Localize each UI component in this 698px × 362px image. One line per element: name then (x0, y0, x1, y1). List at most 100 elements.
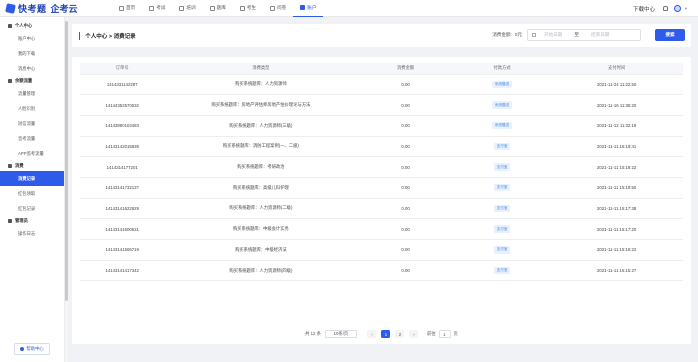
main-content: 个人中心 > 消费记录 消费金额: 0元 开始日期 至 结束日期 搜索 订单号 … (72, 24, 691, 344)
examinee-icon (239, 5, 245, 11)
chevron-down-icon[interactable]: ▼ (684, 6, 688, 11)
table-row: 1414314177201 购买系统题库：考研政治 0.00 支付宝 2021-11-1… (80, 156, 683, 178)
sidebar-item-app-proctor[interactable]: APP监考流量 (0, 146, 64, 161)
table-row: 14143880103483 购买系统题库：人力资源师(三级) 0.00 系统赠送 20… (80, 115, 683, 137)
search-button[interactable]: 搜索 (655, 29, 685, 41)
sidebar-scrollbar[interactable] (65, 17, 68, 362)
cell-amount: 0.00 (357, 115, 454, 137)
pagination: 共 12 条 10条/页 ‹ 1 2 › 前往 1 页 (72, 330, 691, 338)
payment-method-badge: 支付宝 (493, 184, 511, 192)
payment-method-badge: 支付宝 (493, 266, 511, 275)
cell-payment: 支付宝 (453, 260, 551, 282)
cell-amount: 0.00 (357, 156, 454, 178)
cell-amount: 0.00 (357, 177, 454, 199)
cell-type: 购买系统题库：中级经济法 (164, 239, 358, 261)
page-size-select[interactable]: 10条/页 (324, 330, 357, 338)
cell-amount: 0.00 (357, 218, 454, 240)
cell-type: 购买系统题库：人力资源师 (164, 74, 358, 96)
cell-time: 2021-11-11 15:17:20 (550, 218, 683, 240)
sidebar-item-consumption-records[interactable]: 消费记录 (0, 171, 64, 186)
cell-time: 2021-11-12 11:32:19 (550, 115, 683, 137)
nav-item-examinee[interactable]: 考生 (233, 0, 263, 17)
cell-amount: 0.00 (357, 198, 454, 220)
goto-page-input[interactable]: 1 (438, 330, 451, 338)
payment-method-badge: 系统赠送 (491, 101, 513, 109)
cell-payment: 支付宝 (453, 218, 551, 240)
nav-item-training[interactable]: 培训 (172, 0, 202, 17)
table-header-row: 订单号 消费类型 消费金额 付款方式 支付时间 (80, 63, 683, 75)
calendar-icon (532, 33, 536, 37)
cell-time: 2021-11-11 15:15:27 (550, 260, 683, 282)
cell-order-no: 1414314177201 (80, 156, 165, 178)
sidebar-item-sms[interactable]: 短信流量 (0, 116, 64, 131)
cell-order-no: 14143141622929 (80, 198, 165, 220)
nav-item-survey[interactable]: 问卷 (263, 0, 293, 17)
nav-item-home[interactable]: 首页 (112, 0, 142, 17)
sidebar-item-my-downloads[interactable]: 我的下载 (0, 46, 64, 61)
brand-logo[interactable]: 快考题 企考云 (5, 2, 104, 15)
sidebar-item-traffic[interactable]: 流量管理 (0, 86, 64, 101)
cell-time: 2021-11-11 15:19:22 (550, 156, 683, 178)
amount-label: 消费金额: (492, 32, 512, 37)
help-center-label: 帮助中心 (26, 346, 44, 351)
cell-time: 2021-11-24 11:22:50 (550, 74, 683, 96)
bell-icon[interactable] (663, 6, 669, 11)
cell-payment: 系统赠送 (453, 115, 551, 137)
payment-method-badge: 支付宝 (493, 163, 511, 171)
nav-item-label: 考试 (156, 5, 166, 10)
page-1-button[interactable]: 1 (381, 330, 391, 338)
table-body: 1414331142287 购买系统题库：人力资源师 0.00 系统赠送 2021-11… (80, 74, 683, 282)
sidebar-item-account-center[interactable]: 账户中心 (0, 31, 64, 46)
sidebar-item-audio[interactable]: 音考流量 (0, 131, 64, 146)
end-date-input[interactable]: 结束日期 (591, 32, 609, 38)
cell-time: 2021-11-11 15:19:41 (550, 136, 683, 158)
help-center-button[interactable]: 帮助中心 (14, 343, 50, 355)
payment-method-badge: 系统赠送 (491, 80, 513, 89)
download-center-link[interactable]: 下载中心 (633, 5, 655, 13)
sidebar-item-operation-log[interactable]: 操作日志 (0, 226, 64, 241)
records-table-card: 订单号 消费类型 消费金额 付款方式 支付时间 1414331142287 购买系… (72, 57, 691, 344)
start-date-input[interactable]: 开始日期 (544, 32, 562, 38)
col-time: 支付时间 (550, 63, 683, 75)
page-2-button[interactable]: 2 (395, 330, 405, 338)
sidebar-item-red-packet-records[interactable]: 红包记录 (0, 201, 64, 216)
home-icon (119, 5, 124, 11)
list-icon (8, 164, 12, 168)
next-page-button[interactable]: › (409, 330, 419, 338)
cell-type: 购买系统题库：高级儿科护理 (164, 177, 358, 199)
nav-item-label: 问卷 (277, 5, 287, 10)
page-size-value: 10条/页 (333, 331, 349, 336)
prev-page-button[interactable]: ‹ (367, 330, 377, 338)
nav-item-account[interactable]: 账户 (293, 0, 324, 17)
nav-item-question-bank[interactable]: 题库 (203, 0, 233, 17)
sidebar-item-face-recognition[interactable]: 人脸识别 (0, 101, 64, 116)
cell-payment: 支付宝 (453, 198, 551, 220)
brand-name: 快考题 (18, 3, 47, 14)
cell-amount: 0.00 (357, 136, 454, 158)
scrollbar-thumb[interactable] (65, 21, 68, 301)
table-row: 14143141600631 购买系统题库：中级会计实务 0.00 支付宝 2021-1… (80, 218, 683, 240)
survey-icon (270, 5, 276, 11)
goto-label: 前往 (426, 331, 436, 336)
payment-method-badge: 系统赠送 (491, 122, 513, 130)
date-range-picker[interactable]: 开始日期 至 结束日期 (527, 29, 641, 41)
col-payment: 付款方式 (453, 63, 551, 75)
sidebar-item-red-packet-claim[interactable]: 红包领取 (0, 186, 64, 201)
page-header: 个人中心 > 消费记录 消费金额: 0元 开始日期 至 结束日期 搜索 (72, 24, 691, 47)
sidebar-item-messages[interactable]: 消息中心 (0, 61, 64, 76)
nav-item-label: 账户 (307, 4, 317, 10)
account-icon (300, 5, 306, 10)
sidebar-group-personal: 个人中心 (0, 21, 64, 31)
avatar[interactable] (674, 5, 682, 12)
date-range-separator: 至 (574, 32, 579, 37)
cell-time: 2021-11-11 15:17:38 (550, 198, 683, 220)
cell-type: 购买系统题库：人力资源师(三级) (164, 115, 358, 137)
help-icon (20, 347, 25, 351)
cell-order-no: 14143880103483 (80, 115, 165, 137)
nav-item-label: 题库 (216, 5, 226, 10)
col-type: 消费类型 (164, 63, 358, 75)
sidebar: 个人中心 账户中心 我的下载 消息中心 余额流量 流量管理 人脸识别 短信流量 … (0, 17, 65, 362)
nav-item-exam[interactable]: 考试 (142, 0, 172, 17)
goto-page-value: 1 (443, 331, 446, 337)
table-row: 14143141506719 购买系统题库：中级经济法 0.00 支付宝 2021-11… (80, 239, 683, 261)
